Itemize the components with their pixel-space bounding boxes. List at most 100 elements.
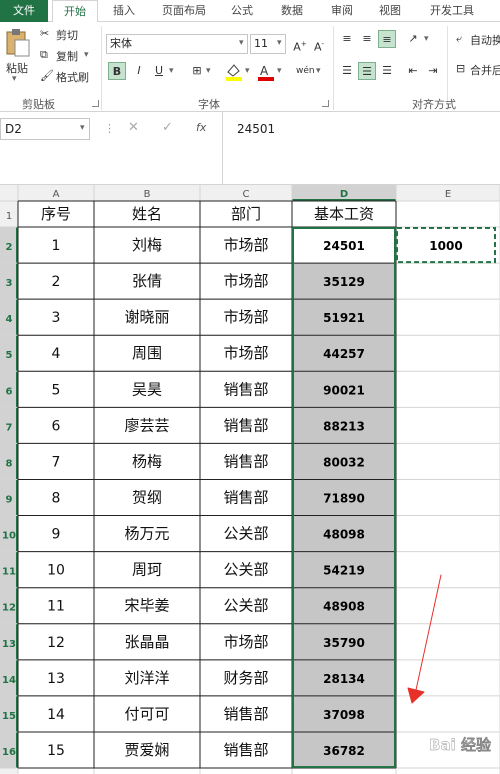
font-size-dropdown-icon[interactable]: ▾ xyxy=(277,38,282,48)
tab-home[interactable]: 开始 xyxy=(52,0,98,23)
tab-page-layout[interactable]: 页面布局 xyxy=(152,0,216,22)
row-header[interactable]: 14 xyxy=(2,675,16,686)
merge-icon[interactable]: ⊟ xyxy=(456,62,465,75)
cell-salary[interactable]: 54219 xyxy=(323,564,365,578)
font-color-icon[interactable]: A xyxy=(256,62,276,82)
cell-name[interactable]: 周围 xyxy=(132,344,162,362)
cell-dept[interactable]: 销售部 xyxy=(223,705,268,723)
tab-formulas[interactable]: 公式 xyxy=(222,0,262,22)
tab-file[interactable]: 文件 xyxy=(0,0,48,22)
cell-seq[interactable]: 9 xyxy=(52,527,61,543)
worksheet-grid[interactable]: A B C D E 1 序号 姓名 部门 基本工资 2 1 刘梅 市场部 24501 3 2 张倩 市场部 35129… xyxy=(0,185,500,774)
cell-salary[interactable]: 88213 xyxy=(323,419,365,433)
scissors-icon[interactable]: ✂ xyxy=(40,27,49,40)
cell-salary[interactable]: 48908 xyxy=(323,600,365,614)
more-options-icon[interactable]: ⋮ xyxy=(104,122,115,135)
formula-input[interactable]: 24501 xyxy=(222,112,500,185)
paste-dropdown-icon[interactable]: ▾ xyxy=(12,74,17,84)
underline-button[interactable]: U xyxy=(150,62,168,80)
tab-review[interactable]: 审阅 xyxy=(322,0,362,22)
fill-color-icon[interactable] xyxy=(224,62,244,82)
cell-seq[interactable]: 2 xyxy=(52,274,61,290)
cell-salary[interactable]: 44257 xyxy=(323,347,365,361)
align-left-icon[interactable]: ☰ xyxy=(338,62,356,80)
format-painter-button[interactable]: 格式刷 xyxy=(56,69,89,85)
cell-name[interactable]: 宋毕姜 xyxy=(124,597,169,615)
indent-decrease-icon[interactable]: ⇤ xyxy=(404,62,422,80)
border-dropdown-icon[interactable]: ▾ xyxy=(206,66,211,76)
wrap-text-icon[interactable]: ⤶ xyxy=(456,32,462,46)
cell-name[interactable]: 张晶晶 xyxy=(124,633,169,651)
cell-seq[interactable]: 5 xyxy=(52,382,61,398)
column-header-b[interactable]: B xyxy=(144,189,151,200)
column-header-d[interactable]: D xyxy=(340,189,348,200)
phonetic-dropdown-icon[interactable]: ▾ xyxy=(316,66,321,76)
cell-name[interactable]: 刘洋洋 xyxy=(124,669,169,687)
fill-color-dropdown-icon[interactable]: ▾ xyxy=(245,66,250,76)
cell-dept[interactable]: 市场部 xyxy=(223,308,268,326)
cell-header-name[interactable]: 姓名 xyxy=(132,205,162,223)
cell-seq[interactable]: 11 xyxy=(47,599,65,615)
orientation-icon[interactable]: ↗ xyxy=(404,30,422,48)
cell-name[interactable]: 周珂 xyxy=(132,561,162,579)
cell-name[interactable]: 张倩 xyxy=(132,272,162,290)
name-box-dropdown-icon[interactable]: ▾ xyxy=(80,123,85,133)
bold-button[interactable]: B xyxy=(108,62,126,80)
row-header[interactable]: 10 xyxy=(2,531,16,542)
cell-name[interactable]: 廖芸芸 xyxy=(124,416,169,434)
cell-salary[interactable]: 35790 xyxy=(323,636,365,650)
copy-icon[interactable]: ⧉ xyxy=(40,48,48,62)
cell-seq[interactable]: 10 xyxy=(47,563,65,579)
cell-dept[interactable]: 市场部 xyxy=(223,272,268,290)
cell-dept[interactable]: 公关部 xyxy=(223,561,268,579)
cell-header-dept[interactable]: 部门 xyxy=(231,205,261,223)
paste-button[interactable]: 粘贴 xyxy=(6,60,28,76)
cell-seq[interactable]: 14 xyxy=(47,707,65,723)
cell-seq[interactable]: 4 xyxy=(52,346,61,362)
font-name-select[interactable]: 宋体 xyxy=(106,34,248,54)
insert-function-icon[interactable]: fx xyxy=(196,121,206,134)
cell-salary[interactable]: 51921 xyxy=(323,311,365,325)
tab-data[interactable]: 数据 xyxy=(272,0,312,22)
row-header[interactable]: 5 xyxy=(6,350,13,361)
column-header-e[interactable]: E xyxy=(445,189,451,200)
phonetic-icon[interactable]: wén xyxy=(296,62,315,80)
tab-insert[interactable]: 插入 xyxy=(104,0,144,22)
paste-icon[interactable] xyxy=(4,28,32,58)
align-middle-icon[interactable]: ≡ xyxy=(358,30,376,48)
cell-dept[interactable]: 销售部 xyxy=(223,452,268,470)
italic-button[interactable]: I xyxy=(130,62,148,80)
row-header[interactable]: 4 xyxy=(6,314,13,325)
cell-name[interactable]: 吴昊 xyxy=(132,380,162,398)
orientation-dropdown-icon[interactable]: ▾ xyxy=(424,34,429,44)
cell-name[interactable]: 贺纲 xyxy=(132,489,162,507)
cell-name[interactable]: 贾爱娴 xyxy=(124,741,169,759)
align-center-icon[interactable]: ☰ xyxy=(358,62,376,80)
row-header[interactable]: 8 xyxy=(6,458,13,469)
tab-view[interactable]: 视图 xyxy=(370,0,410,22)
cell-seq[interactable]: 13 xyxy=(47,671,65,687)
cell-dept[interactable]: 销售部 xyxy=(223,416,268,434)
cell-copied-value[interactable]: 1000 xyxy=(429,239,462,253)
cancel-icon[interactable]: ✕ xyxy=(128,120,139,135)
format-painter-icon[interactable]: 🖌 xyxy=(40,69,54,82)
cell-header-seq[interactable]: 序号 xyxy=(41,205,71,223)
cell-salary[interactable]: 35129 xyxy=(323,275,365,289)
cell-salary[interactable]: 48098 xyxy=(323,528,365,542)
row-header[interactable]: 12 xyxy=(2,603,16,614)
cell-dept[interactable]: 销售部 xyxy=(223,380,268,398)
cell-seq[interactable]: 1 xyxy=(52,238,61,254)
row-header[interactable]: 7 xyxy=(6,422,13,433)
align-top-icon[interactable]: ≡ xyxy=(338,30,356,48)
cell-seq[interactable]: 7 xyxy=(52,454,61,470)
cell-salary[interactable]: 90021 xyxy=(323,383,365,397)
font-name-dropdown-icon[interactable]: ▾ xyxy=(239,38,244,48)
border-icon[interactable]: ⊞ xyxy=(188,62,206,80)
row-header[interactable]: 2 xyxy=(6,242,13,253)
column-header-c[interactable]: C xyxy=(243,189,250,200)
cell-name[interactable]: 杨万元 xyxy=(124,525,169,543)
row-header[interactable]: 11 xyxy=(2,567,16,578)
cell-salary[interactable]: 80032 xyxy=(323,455,365,469)
cell-name[interactable]: 付可可 xyxy=(124,705,169,723)
font-launcher-icon[interactable] xyxy=(322,100,329,107)
